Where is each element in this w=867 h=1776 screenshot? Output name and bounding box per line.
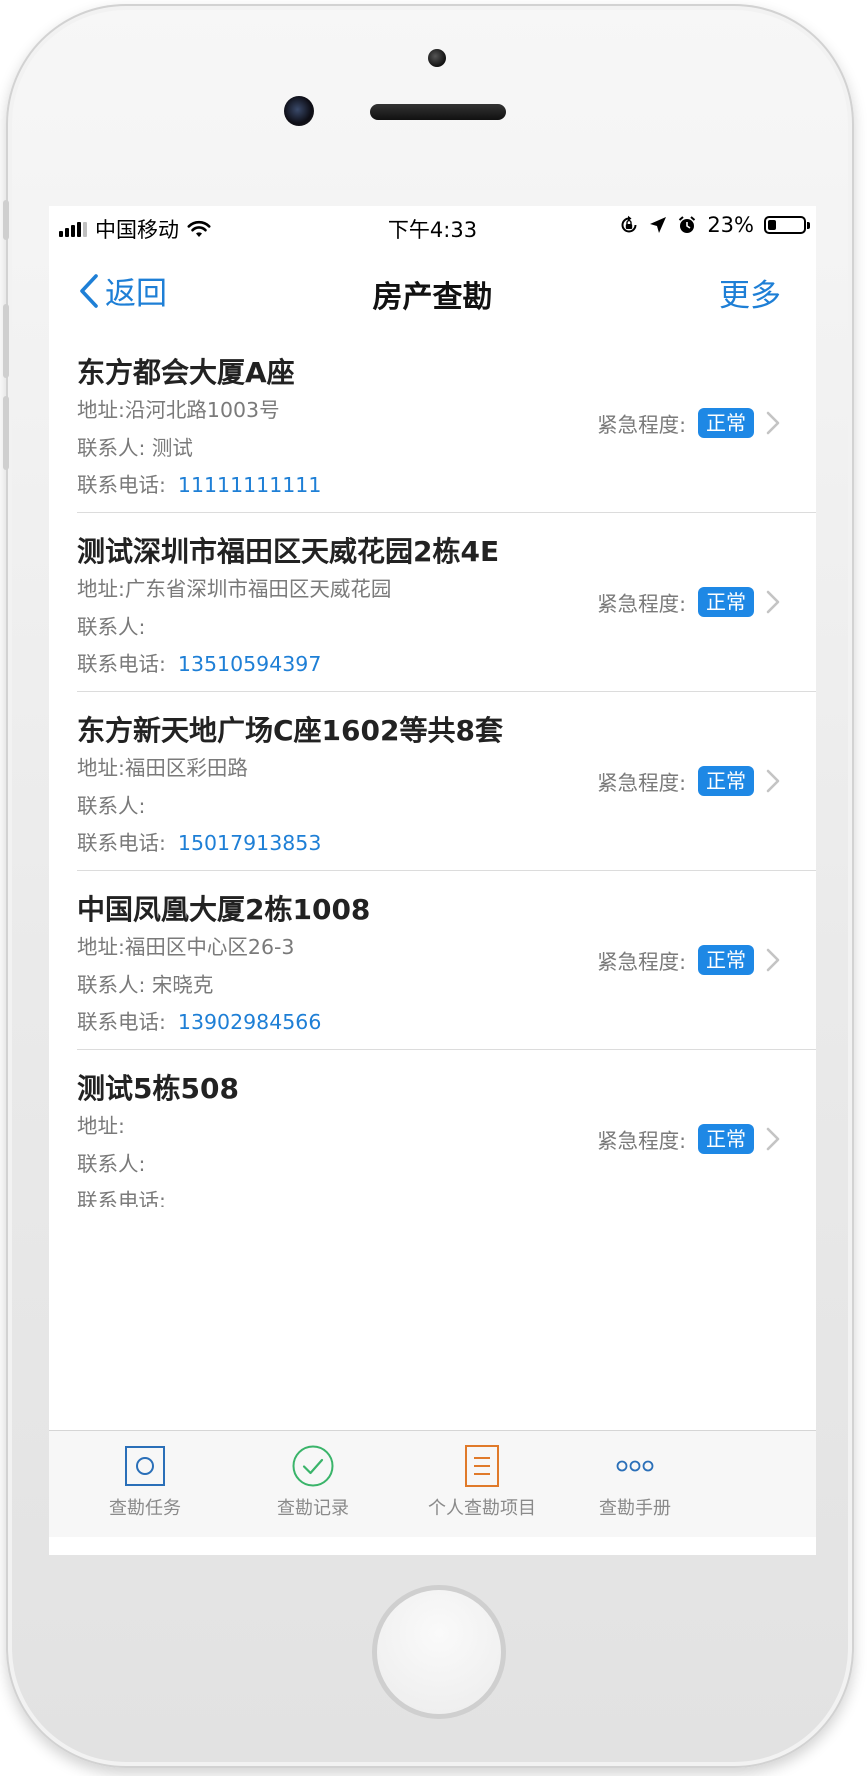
tab-inspection-records[interactable]: 查勘记录 [217,1431,409,1537]
address-text: 地址: [77,1114,125,1138]
urgency-label: 紧急程度: [597,592,686,616]
address-text: 地址:福田区中心区26-3 [77,935,295,959]
property-title: 中国凤凰大厦2栋1008 [77,893,371,926]
property-title: 东方新天地广场C座1602等共8套 [77,714,503,747]
tab-label: 查勘记录 [277,1498,349,1519]
list-item[interactable]: 东方都会大厦A座地址:沿河北路1003号 联系人: 测试 联系电话: 11111111… [49,334,816,513]
tab-label: 个人查勘项目 [428,1498,536,1519]
chevron-right-icon [766,590,780,614]
battery-icon [764,216,810,234]
urgency-label: 紧急程度: [597,413,686,437]
mute-switch [3,200,9,240]
screen-bottom-edge [49,1537,816,1555]
urgency-label: 紧急程度: [597,1129,686,1153]
tab-bar: 查勘任务 查勘记录 个人查勘项目 查勘手册 [49,1430,816,1537]
page-title: 房产查勘 [372,280,493,315]
phone-number[interactable]: 11111111111 [178,473,321,497]
list-item[interactable]: 测试深圳市福田区天威花园2栋4E 地址:广东省深圳市福田区天威花园 联系人: 联系电话… [49,513,816,692]
phone-label: 联系电话: [77,652,166,676]
status-badge: 正常 [698,766,754,796]
urgency-group: 紧急程度: 正常 [597,408,784,438]
urgency-label: 紧急程度: [597,771,686,795]
list-item[interactable]: 测试5栋508 地址: 联系人: 联系电话: 紧急程度: 正常 [49,1050,816,1207]
phone-label: 联系电话: [77,1189,166,1207]
more-dots-icon [616,1460,654,1472]
volume-down-button [3,396,9,470]
check-circle-icon [292,1445,334,1487]
list-item[interactable]: 中国凤凰大厦2栋1008 地址:福田区中心区26-3 联系人: 宋晓克 联系电话: 13… [49,871,816,1050]
status-right-group: 23% [619,213,810,237]
address-text: 地址:广东省深圳市福田区天威花园 [77,577,392,601]
phone-label: 联系电话: [77,831,166,855]
urgency-group: 紧急程度: 正常 [597,945,784,975]
battery-fill [768,220,776,230]
phone-number[interactable]: 15017913853 [178,831,321,855]
tab-label: 查勘任务 [109,1498,181,1519]
proximity-sensor [428,49,446,67]
alarm-icon [679,216,696,233]
property-title: 测试深圳市福田区天威花园2栋4E [77,535,500,568]
phone-row: 联系电话: [77,1184,178,1207]
property-title: 测试5栋508 [77,1072,239,1105]
contact-text: 联系人: 宋晓克 [77,973,214,997]
app-screen: 中国移动 下午4:33 23% 返回 房产查勘 更多 东方都会大厦A座 地址:沿… [49,206,816,1555]
urgency-group: 紧急程度: 正常 [597,1124,784,1154]
volume-up-button [3,304,9,378]
chevron-right-icon [766,411,780,435]
battery-percent: 23% [707,213,754,237]
contact-text: 联系人: [77,1152,146,1176]
status-badge: 正常 [698,1124,754,1154]
tab-inspection-tasks[interactable]: 查勘任务 [49,1431,241,1537]
contact-text: 联系人: [77,794,146,818]
chevron-right-icon [766,1127,780,1151]
chevron-right-icon [766,769,780,793]
phone-row: 联系电话: 11111111111 [77,468,321,498]
rotation-lock-icon [621,215,637,233]
document-list-icon [465,1445,499,1487]
phone-label: 联系电话: [77,1010,166,1034]
urgency-group: 紧急程度: 正常 [597,587,784,617]
phone-number[interactable]: 13510594397 [178,652,321,676]
earpiece-speaker [370,104,506,120]
front-camera [284,96,314,126]
status-badge: 正常 [698,587,754,617]
more-button[interactable]: 更多 [719,270,781,315]
location-icon [650,217,667,233]
task-square-icon [125,1446,165,1486]
phone-label: 联系电话: [77,473,166,497]
tab-label: 查勘手册 [599,1498,671,1519]
inspection-list: 东方都会大厦A座 地址:沿河北路1003号 联系人: 测试 联系电话: 11111111… [49,334,816,1207]
chevron-right-icon [766,948,780,972]
navigation-bar: 返回 房产查勘 更多 [49,246,816,334]
phone-number[interactable]: 13902984566 [178,1010,321,1034]
phone-row: 联系电话: 15017913853 [77,826,321,856]
address-text: 地址:沿河北路1003号 [77,398,280,422]
urgency-label: 紧急程度: [597,950,686,974]
list-item[interactable]: 东方新天地广场C座1602等共8套地址:福田区彩田路 联系人: 联系电话: 15017… [49,692,816,871]
phone-row: 联系电话: 13510594397 [77,647,321,677]
urgency-group: 紧急程度: 正常 [597,766,784,796]
status-badge: 正常 [698,408,754,438]
home-button[interactable] [372,1585,506,1719]
address-text: 地址:福田区彩田路 [77,756,248,780]
contact-text: 联系人: [77,615,146,639]
tab-inspection-manual[interactable]: 查勘手册 [539,1431,731,1537]
status-badge: 正常 [698,945,754,975]
status-bar: 中国移动 下午4:33 23% [49,206,816,246]
property-title: 东方都会大厦A座 [77,356,295,389]
contact-text: 联系人: 测试 [77,436,193,460]
phone-row: 联系电话: 13902984566 [77,1005,321,1035]
